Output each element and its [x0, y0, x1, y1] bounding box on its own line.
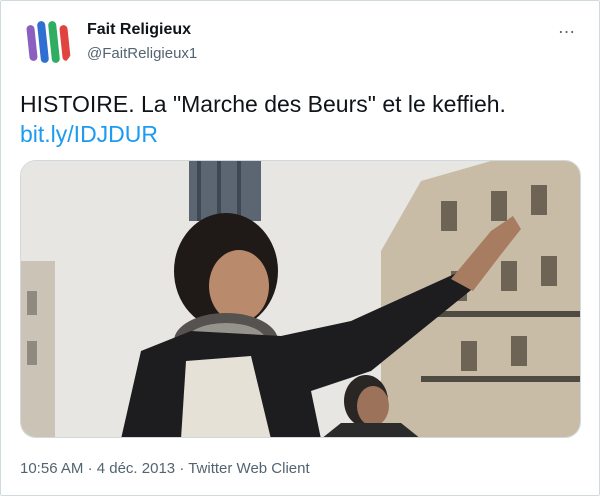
tweet-meta: 10:56 AM · 4 déc. 2013 · Twitter Web Cli…	[20, 460, 310, 477]
avatar[interactable]	[20, 15, 74, 69]
tweet-time[interactable]: 10:56 AM	[20, 460, 83, 477]
avatar-logo-icon	[20, 15, 74, 69]
meta-separator-2: ·	[179, 460, 185, 477]
tweet-client[interactable]: Twitter Web Client	[188, 460, 309, 477]
author-handle[interactable]: @FaitReligieux1	[87, 45, 197, 62]
tweet-text: HISTOIRE. La "Marche des Beurs" et le ke…	[20, 91, 506, 117]
tweet-photo[interactable]	[20, 160, 581, 438]
author-name[interactable]: Fait Religieux	[87, 21, 191, 39]
more-options-icon[interactable]: …	[555, 17, 579, 37]
tweet-link[interactable]: bit.ly/IDJDUR	[20, 120, 158, 148]
tweet-date[interactable]: 4 déc. 2013	[97, 460, 175, 477]
tweet-card: Fait Religieux @FaitReligieux1 … HISTOIR…	[0, 0, 600, 496]
meta-separator: ·	[87, 460, 93, 477]
photo-illustration	[21, 161, 580, 437]
